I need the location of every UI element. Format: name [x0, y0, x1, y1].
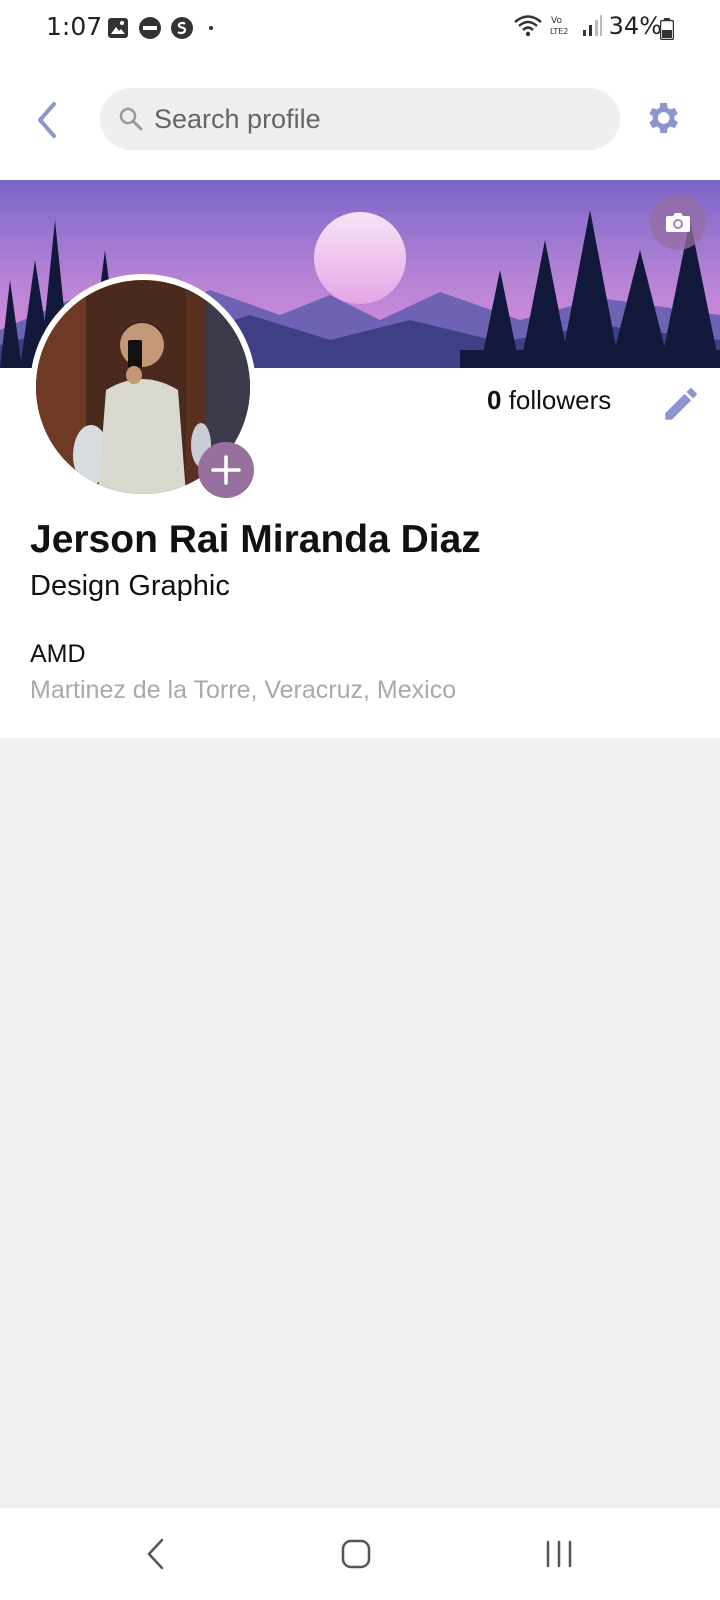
gear-icon[interactable]	[642, 98, 682, 138]
app-bar	[0, 58, 720, 180]
back-arrow-icon[interactable]	[30, 100, 66, 140]
profile-company: AMD	[30, 640, 86, 668]
edit-icon[interactable]	[660, 383, 702, 425]
search-input[interactable]	[154, 88, 594, 150]
status-right: Vo LTE2 34%	[513, 12, 662, 40]
followers-number: 0	[487, 385, 502, 415]
nav-home-icon[interactable]	[340, 1536, 372, 1572]
system-nav-bar	[0, 1508, 720, 1600]
skype-icon	[171, 17, 193, 39]
svg-text:Vo: Vo	[551, 16, 562, 26]
battery-percentage: 34%	[608, 12, 662, 40]
status-time: 1:07	[46, 12, 103, 41]
svg-text:LTE2: LTE2	[550, 27, 568, 36]
signal-icon	[582, 15, 602, 36]
camera-icon	[666, 213, 690, 232]
notification-icons	[106, 16, 220, 40]
followers-count[interactable]: 0 followers	[487, 385, 611, 416]
dot-icon	[209, 26, 213, 30]
wifi-icon	[513, 15, 542, 37]
profile-title: Design Graphic	[30, 570, 230, 602]
app-badge-icon	[139, 17, 161, 39]
nav-recent-apps-icon[interactable]	[544, 1536, 574, 1572]
status-bar: 1:07 Vo LTE2 34%	[0, 0, 720, 58]
volte-icon: Vo LTE2	[550, 16, 568, 36]
add-photo-button[interactable]	[198, 442, 254, 498]
change-cover-button[interactable]	[650, 194, 706, 250]
followers-label: followers	[501, 385, 612, 415]
nav-back-icon[interactable]	[144, 1536, 168, 1572]
battery-icon	[660, 18, 674, 40]
plus-icon	[211, 455, 241, 485]
search-box[interactable]	[100, 88, 620, 150]
profile-name: Jerson Rai Miranda Diaz	[30, 518, 481, 561]
profile-location: Martinez de la Torre, Veracruz, Mexico	[30, 676, 457, 704]
gallery-icon	[108, 18, 128, 38]
search-icon	[119, 107, 143, 131]
